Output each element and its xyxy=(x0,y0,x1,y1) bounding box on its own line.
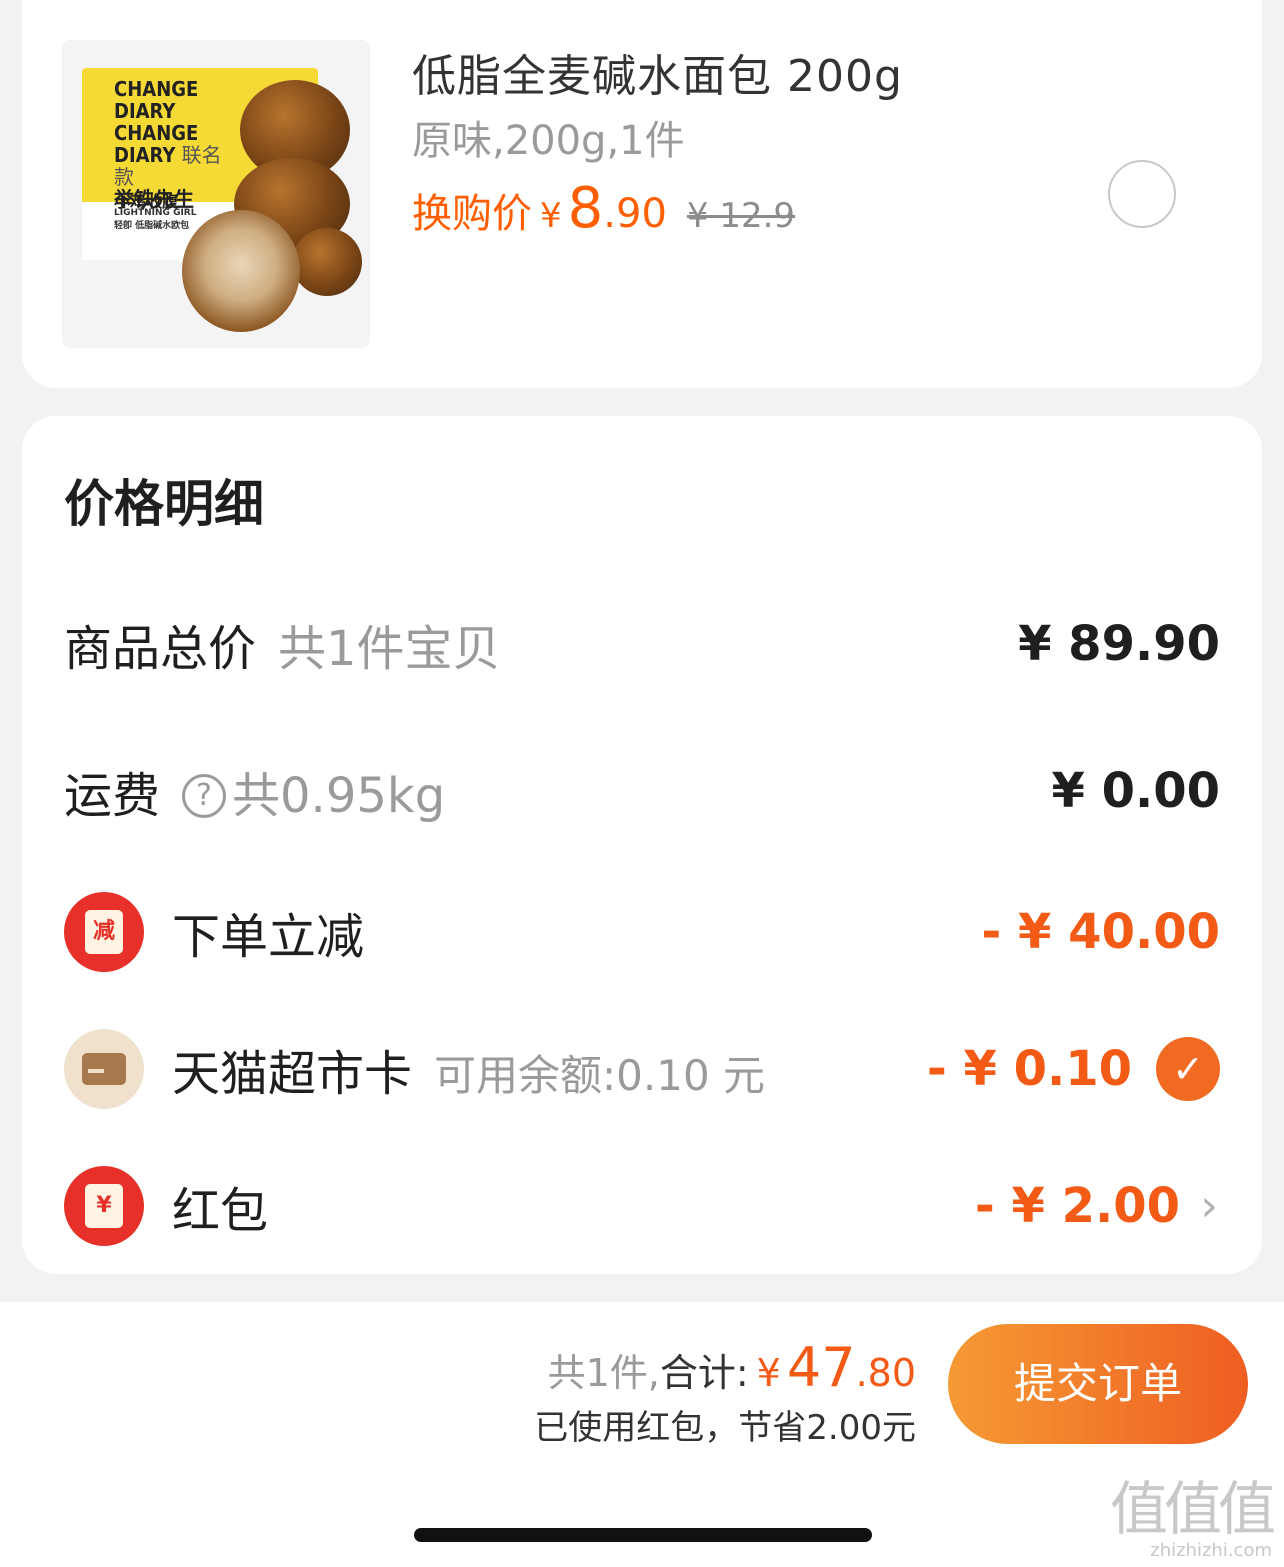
bread-bun xyxy=(292,228,362,296)
product-title[interactable]: 低脂全麦碱水面包 200g xyxy=(412,40,903,104)
product-price: 换购价 ¥8.90 ¥ 12.9 xyxy=(412,176,796,241)
product-card[interactable]: CHANGE DIARY CHANGE DIARY 联名款 举铁先生 小鸡收腹 … xyxy=(22,0,1262,388)
home-indicator[interactable] xyxy=(414,1528,872,1542)
red-packet-icon: ¥ xyxy=(64,1166,144,1246)
gift-card-icon xyxy=(64,1029,144,1109)
order-total: 共1件,合计: ¥47.80 xyxy=(547,1336,916,1399)
row-item-total: 商品总价 共1件宝贝 ¥ 89.90 xyxy=(64,616,1220,677)
product-spec: 原味,200g,1件 xyxy=(412,118,685,164)
package-sub-en: LIGHTNING GIRL 轻卽 低脂碱水欧包 xyxy=(114,208,197,231)
row-tmall-card[interactable]: 天猫超市卡 可用余额:0.10 元 - ¥ 0.10 ✓ xyxy=(22,1019,1262,1119)
original-price: ¥ 12.9 xyxy=(686,196,796,236)
price-detail-card: 价格明细 商品总价 共1件宝贝 ¥ 89.90 运费? 共0.95kg ¥ 0.00… xyxy=(22,416,1262,1274)
package-brand-text: CHANGE DIARY xyxy=(114,77,199,123)
product-image[interactable]: CHANGE DIARY CHANGE DIARY 联名款 举铁先生 小鸡收腹 … xyxy=(62,40,370,348)
item-total-value: ¥ 89.90 xyxy=(1018,616,1220,672)
section-title: 价格明细 xyxy=(64,475,264,533)
submit-order-button[interactable]: 提交订单 xyxy=(948,1324,1248,1444)
check-icon[interactable]: ✓ xyxy=(1156,1037,1220,1101)
saving-note: 已使用红包，节省2.00元 xyxy=(534,1408,916,1448)
tmall-card-value: - ¥ 0.10 xyxy=(926,1041,1132,1097)
red-packet-value: - ¥ 2.00 xyxy=(974,1178,1180,1234)
bread-bun xyxy=(182,210,300,332)
row-instant-discount: 减 下单立减 - ¥ 40.00 xyxy=(22,882,1262,982)
checkout-page: CHANGE DIARY CHANGE DIARY 联名款 举铁先生 小鸡收腹 … xyxy=(0,0,1284,1567)
select-radio-button[interactable] xyxy=(1108,160,1176,228)
shipping-value: ¥ 0.00 xyxy=(1051,763,1220,819)
row-shipping: 运费? 共0.95kg ¥ 0.00 xyxy=(64,763,1220,824)
row-red-packet[interactable]: ¥ 红包 - ¥ 2.00 › xyxy=(22,1156,1262,1256)
chevron-right-icon[interactable]: › xyxy=(1200,1181,1218,1232)
instant-discount-value: - ¥ 40.00 xyxy=(981,904,1220,960)
discount-tag-icon: 减 xyxy=(64,892,144,972)
watermark: 值值值 zhizhizhi.com xyxy=(1109,1475,1276,1561)
help-circle-icon[interactable]: ? xyxy=(182,774,227,818)
checkout-bar: 共1件,合计: ¥47.80 已使用红包，节省2.00元 提交订单 值值值 zhi… xyxy=(0,1302,1284,1567)
